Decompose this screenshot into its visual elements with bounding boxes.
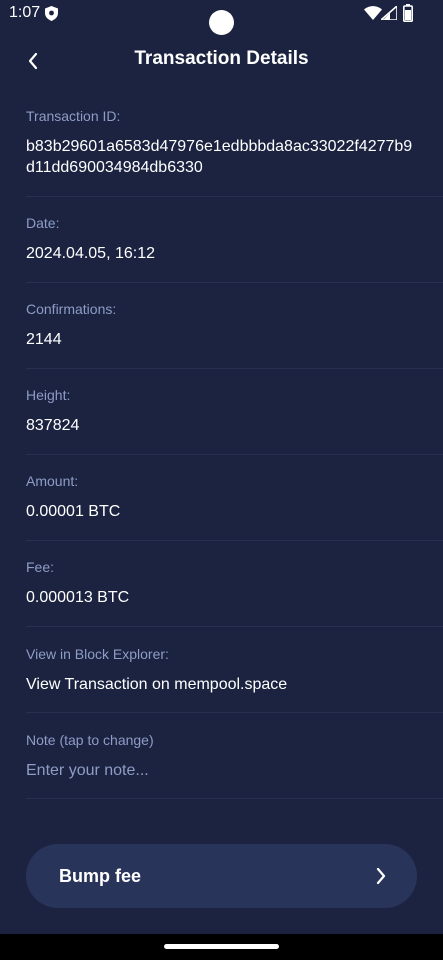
note-input[interactable]: Enter your note... [26, 760, 415, 781]
confirmations-section: Confirmations: 2144 [26, 301, 415, 350]
amount-value: 0.00001 BTC [26, 503, 121, 520]
view-on-mempool-link[interactable]: View Transaction on mempool.space [26, 674, 415, 695]
fee-value: 0.000013 BTC [26, 589, 130, 606]
fee-section: Fee: 0.000013 BTC [26, 559, 415, 608]
confirmations-label: Confirmations: [26, 301, 117, 317]
battery-icon [403, 4, 413, 27]
status-bar: 1:07 [0, 0, 443, 35]
transaction-id-value: b83b29601a6583d47976e1edbbbda8ac33022f42… [26, 138, 413, 176]
height-section: Height: 837824 [26, 387, 415, 436]
date-label: Date: [26, 215, 60, 231]
header: Transaction Details [0, 40, 443, 80]
home-indicator[interactable] [164, 944, 279, 949]
note-section[interactable]: Note (tap to change) Enter your note... [26, 732, 415, 781]
date-section: Date: 2024.04.05, 16:12 [26, 215, 415, 264]
divider [26, 454, 443, 455]
divider [26, 798, 443, 799]
amount-label: Amount: [26, 473, 79, 489]
camera-cutout [209, 10, 234, 35]
fee-label: Fee: [26, 559, 55, 575]
bump-fee-label: Bump fee [59, 866, 142, 886]
shield-icon [45, 6, 58, 26]
divider [26, 712, 443, 713]
status-time: 1:07 [9, 4, 41, 21]
note-label: Note (tap to change) [26, 732, 154, 748]
height-value: 837824 [26, 417, 80, 434]
confirmations-value: 2144 [26, 331, 62, 348]
explorer-label: View in Block Explorer: [26, 646, 169, 662]
divider [26, 626, 443, 627]
transaction-id-label: Transaction ID: [26, 108, 121, 124]
divider [26, 368, 443, 369]
navigation-bar [0, 934, 443, 960]
divider [26, 196, 443, 197]
wifi-icon [364, 6, 382, 25]
signal-icon [378, 4, 398, 25]
divider [26, 540, 443, 541]
divider [26, 282, 443, 283]
amount-section: Amount: 0.00001 BTC [26, 473, 415, 522]
bump-fee-button[interactable]: Bump fee [26, 844, 417, 908]
date-value: 2024.04.05, 16:12 [26, 245, 156, 262]
transaction-id-section[interactable]: Transaction ID: b83b29601a6583d47976e1ed… [26, 108, 415, 178]
page-title: Transaction Details [134, 48, 309, 69]
height-label: Height: [26, 387, 71, 403]
chevron-right-icon [376, 867, 386, 885]
explorer-section: View in Block Explorer: View Transaction… [26, 646, 415, 695]
